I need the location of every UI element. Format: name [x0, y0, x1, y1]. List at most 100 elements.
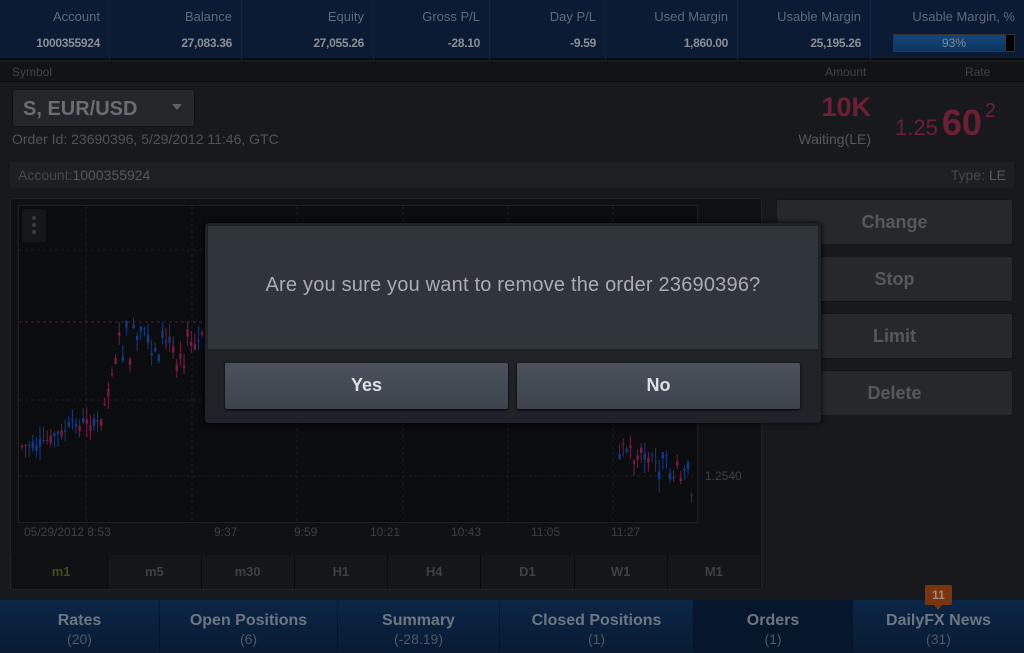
tab-count: (1)	[764, 631, 782, 647]
candle-body	[71, 418, 74, 421]
x-axis-label: 11:27	[611, 525, 641, 539]
candle-body	[686, 462, 690, 470]
candle-body	[661, 452, 664, 459]
candle-body	[672, 476, 675, 478]
order-amount: 10K	[821, 92, 871, 122]
candle-body	[20, 445, 24, 447]
equity-value: 27,055.26	[313, 36, 364, 50]
day-pl-label: Day P/L	[549, 9, 596, 24]
gross-pl-col: Gross P/L -28.10	[374, 0, 490, 60]
candle-body	[46, 439, 49, 441]
menu-dot-icon	[32, 223, 36, 227]
candle-body	[200, 332, 204, 335]
candle-body	[89, 425, 92, 432]
tab-count: (31)	[926, 631, 951, 647]
symbol-header: Symbol	[12, 65, 53, 79]
order-status: Waiting(LE)	[798, 131, 871, 147]
x-axis-label: 10:21	[370, 525, 401, 539]
account-label: Account	[53, 9, 100, 24]
tab-mo1[interactable]: M1	[666, 555, 760, 589]
yes-button[interactable]: Yes	[225, 363, 508, 409]
tab-h1[interactable]: H1	[293, 555, 387, 589]
candle-body	[53, 433, 56, 437]
symbol-value: S, EUR/USD	[23, 98, 138, 120]
balance-col: Balance 27,083.36	[110, 0, 242, 60]
tab-label: Closed Positions	[531, 612, 662, 629]
candle-body	[74, 423, 78, 427]
candle-body	[67, 422, 70, 427]
tab-closed-positions[interactable]: Closed Positions (1)	[500, 600, 694, 653]
chart-menu-button[interactable]	[22, 209, 46, 242]
tab-summary[interactable]: Summary (-28.19)	[338, 600, 500, 653]
candle-body	[647, 457, 650, 463]
candle-body	[107, 388, 110, 397]
candle-body	[143, 327, 146, 330]
usable-margin-label: Usable Margin	[777, 9, 861, 24]
balance-value: 27,083.36	[181, 36, 232, 50]
tab-m30[interactable]: m30	[200, 555, 294, 589]
equity-label: Equity	[327, 9, 364, 24]
candle-body	[640, 447, 643, 454]
candle-body	[654, 461, 657, 463]
x-axis-label: 05/29/2012 8:53	[24, 525, 111, 539]
tab-count: (1)	[587, 631, 606, 647]
chevron-down-icon	[172, 104, 182, 110]
tab-h4[interactable]: H4	[387, 555, 481, 589]
candle-body	[650, 454, 654, 456]
candle-body	[658, 471, 661, 480]
candle-body	[161, 330, 164, 339]
bottom-nav: Rates (20) Open Positions (6) Summary (-28.…	[0, 600, 1024, 653]
no-button[interactable]: No	[517, 363, 800, 409]
candle-body	[154, 347, 157, 352]
tab-d1[interactable]: D1	[480, 555, 574, 589]
order-info: Order Id: 23690396, 5/29/2012 11:46, GTC	[12, 131, 279, 147]
candle-body	[179, 354, 182, 359]
tab-m5[interactable]: m5	[107, 555, 201, 589]
tab-count: (6)	[239, 631, 258, 647]
candle-body	[42, 440, 45, 442]
y-axis-label: 1.2540	[705, 469, 742, 483]
tab-label: Rates	[57, 612, 102, 629]
candle-body	[100, 418, 103, 427]
day-pl-value: -9.59	[570, 36, 596, 50]
candle-body	[103, 403, 106, 406]
amount-header: Amount	[825, 65, 867, 79]
candle-body	[28, 444, 31, 447]
tab-orders[interactable]: Orders (1)	[694, 600, 853, 653]
candle-body	[190, 341, 193, 346]
order-rate: 1.25 60 2	[895, 100, 996, 144]
symbol-dropdown[interactable]: S, EUR/USD	[12, 89, 195, 127]
tab-m1[interactable]: m1	[14, 555, 108, 589]
equity-col: Equity 27,055.26	[242, 0, 374, 60]
candle-body	[632, 460, 636, 464]
tab-count: (20)	[67, 631, 92, 647]
x-axis-label: 9:37	[214, 525, 238, 539]
rate-header: Rate	[965, 65, 991, 79]
news-badge: 11	[925, 585, 952, 610]
tab-count: (-28.19)	[393, 631, 444, 647]
candle-body	[197, 340, 200, 342]
candle-body	[31, 441, 34, 449]
usable-margin-pct-label: Usable Margin, %	[912, 9, 1015, 24]
dialog-message: Are you sure you want to remove the orde…	[208, 226, 818, 351]
candle-body	[128, 359, 132, 365]
candle-body	[168, 336, 171, 343]
candle-body	[636, 455, 639, 461]
confirm-dialog: Are you sure you want to remove the orde…	[205, 223, 821, 423]
candle-body	[690, 495, 693, 497]
candle-body	[136, 335, 139, 341]
candle-body	[164, 341, 168, 343]
usable-margin-progress: 93%	[893, 34, 1015, 52]
day-pl-col: Day P/L -9.59	[490, 0, 606, 60]
tab-label: Summary	[382, 612, 455, 629]
tab-w1[interactable]: W1	[573, 555, 667, 589]
tab-open-positions[interactable]: Open Positions (6)	[160, 600, 338, 653]
candle-body	[118, 332, 121, 336]
rate-fraction: 2	[984, 100, 996, 122]
candle-body	[24, 445, 27, 447]
candle-body	[60, 430, 63, 437]
gross-pl-label: Gross P/L	[422, 9, 480, 24]
candle-body	[56, 431, 60, 434]
tab-rates[interactable]: Rates (20)	[0, 600, 160, 653]
candle-body	[132, 324, 135, 329]
